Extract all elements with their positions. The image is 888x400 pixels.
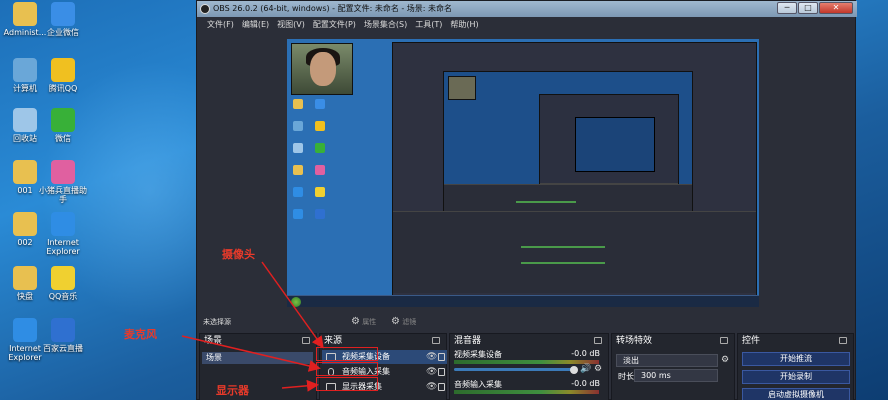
microphone-arrow [181, 335, 321, 372]
monitor-arrow [281, 379, 319, 392]
annotation-arrows [181, 261, 324, 392]
camera-arrow [261, 261, 324, 349]
